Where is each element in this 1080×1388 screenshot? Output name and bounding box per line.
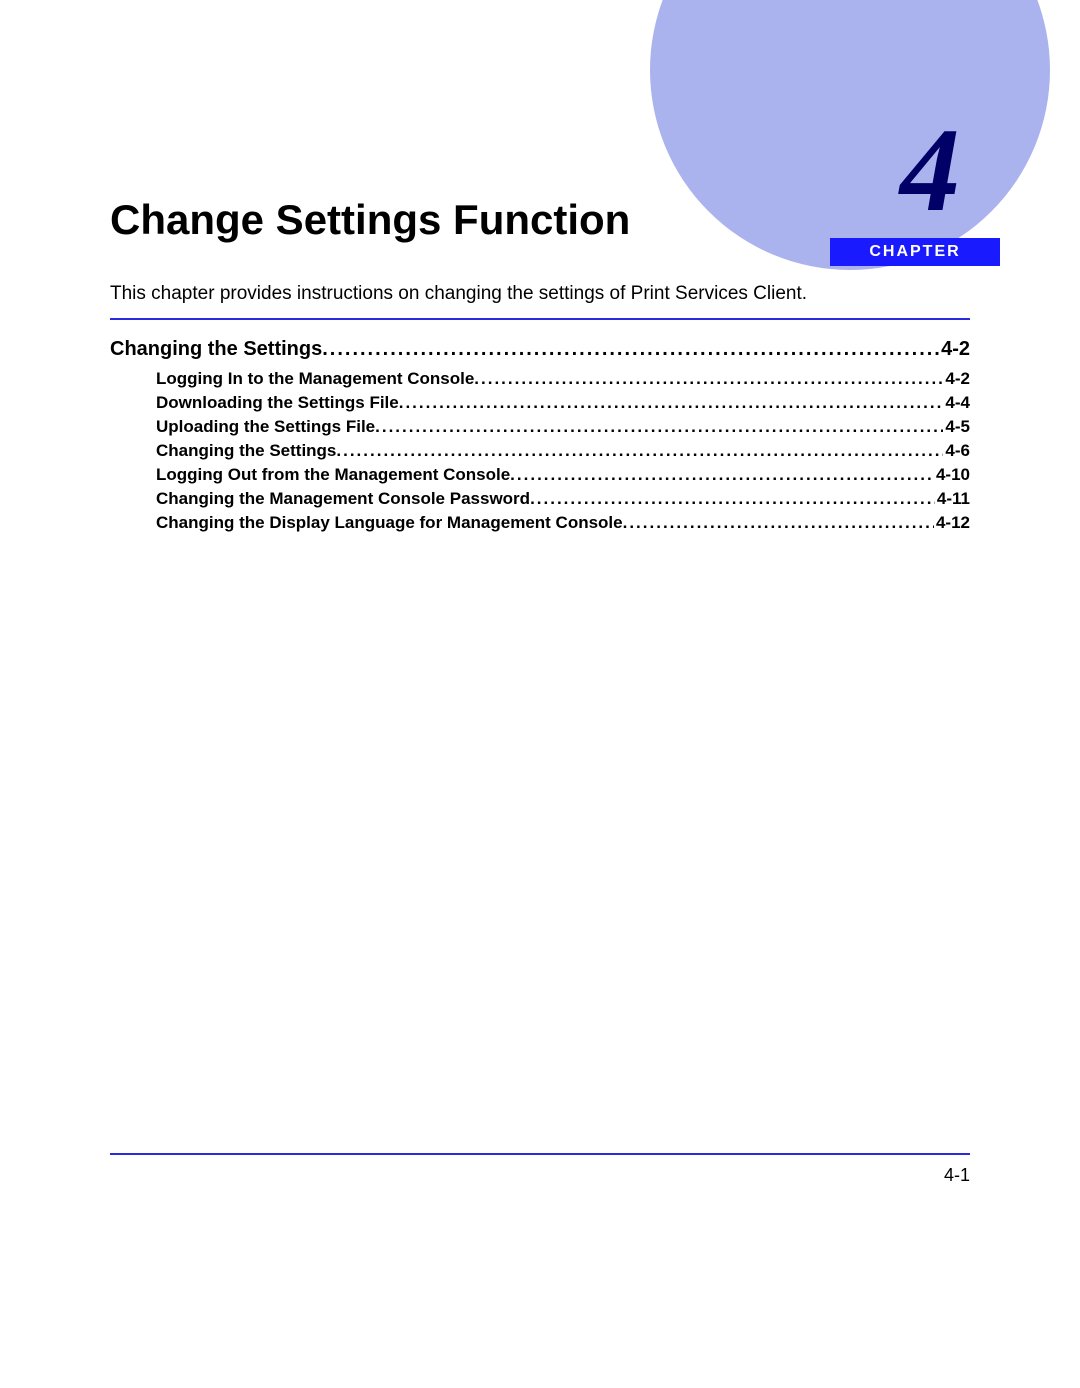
page: 4 CHAPTER Change Settings Function This … <box>0 0 1080 1388</box>
toc-item-row[interactable]: Changing the Settings 4-6 <box>110 441 970 461</box>
chapter-intro-text: This chapter provides instructions on ch… <box>110 283 970 305</box>
toc-leader-dots <box>510 465 934 485</box>
toc-item-label: Changing the Management Console Password <box>156 489 530 509</box>
toc-item-label: Logging In to the Management Console <box>156 369 474 389</box>
toc-item-row[interactable]: Changing the Display Language for Manage… <box>110 513 970 533</box>
toc-section-page: 4-2 <box>939 338 970 361</box>
toc-item-row[interactable]: Logging Out from the Management Console … <box>110 465 970 485</box>
toc-leader-dots <box>375 417 943 437</box>
toc-item-row[interactable]: Changing the Management Console Password… <box>110 489 970 509</box>
toc-item-page: 4-6 <box>943 441 970 461</box>
divider-top <box>110 318 970 320</box>
toc-leader-dots <box>322 338 939 361</box>
divider-bottom <box>110 1153 970 1155</box>
chapter-badge: 4 CHAPTER <box>650 0 990 300</box>
toc-leader-dots <box>474 369 943 389</box>
toc-item-label: Changing the Display Language for Manage… <box>156 513 623 533</box>
toc-leader-dots <box>336 441 943 461</box>
toc-item-row[interactable]: Downloading the Settings File 4-4 <box>110 393 970 413</box>
table-of-contents: Changing the Settings 4-2 Logging In to … <box>110 338 970 537</box>
toc-item-page: 4-12 <box>934 513 970 533</box>
toc-section-row[interactable]: Changing the Settings 4-2 <box>110 338 970 361</box>
toc-item-label: Changing the Settings <box>156 441 336 461</box>
toc-item-page: 4-10 <box>934 465 970 485</box>
toc-item-row[interactable]: Logging In to the Management Console 4-2 <box>110 369 970 389</box>
toc-leader-dots <box>623 513 934 533</box>
toc-item-label: Uploading the Settings File <box>156 417 375 437</box>
chapter-number: 4 <box>900 110 960 230</box>
toc-item-page: 4-2 <box>943 369 970 389</box>
toc-section-label: Changing the Settings <box>110 338 322 361</box>
toc-leader-dots <box>399 393 944 413</box>
page-number: 4-1 <box>944 1165 970 1186</box>
toc-item-page: 4-5 <box>943 417 970 437</box>
toc-item-page: 4-11 <box>935 489 970 509</box>
toc-leader-dots <box>530 489 935 509</box>
toc-item-row[interactable]: Uploading the Settings File 4-5 <box>110 417 970 437</box>
toc-item-label: Downloading the Settings File <box>156 393 399 413</box>
page-title: Change Settings Function <box>110 196 630 244</box>
toc-item-page: 4-4 <box>943 393 970 413</box>
chapter-banner-label: CHAPTER <box>830 238 1000 266</box>
chapter-circle-decoration <box>650 0 1050 270</box>
toc-item-label: Logging Out from the Management Console <box>156 465 510 485</box>
